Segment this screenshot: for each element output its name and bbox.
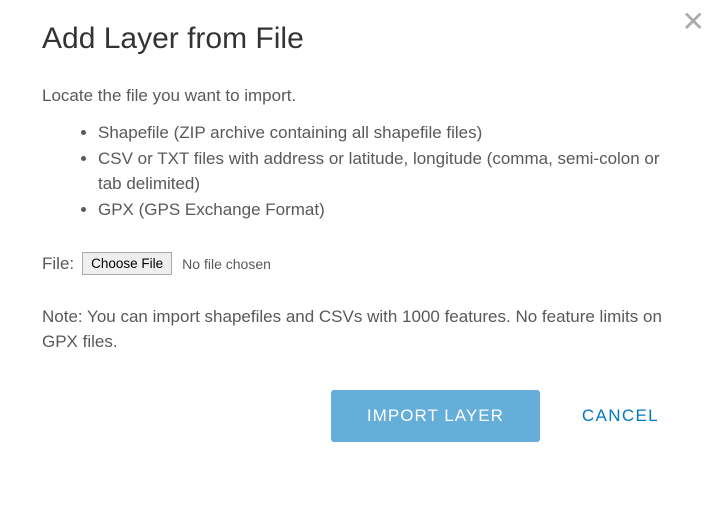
lead-text: Locate the file you want to import. [42, 86, 679, 106]
import-layer-button[interactable]: IMPORT LAYER [331, 390, 540, 442]
add-layer-dialog: Add Layer from File Locate the file you … [0, 0, 721, 474]
cancel-button[interactable]: CANCEL [582, 406, 659, 426]
dialog-title: Add Layer from File [42, 22, 679, 56]
file-input-row: File: Choose File No file chosen [42, 252, 679, 275]
dialog-actions: IMPORT LAYER CANCEL [42, 390, 679, 442]
note-text: Note: You can import shapefiles and CSVs… [42, 305, 679, 354]
file-status-text: No file chosen [182, 256, 271, 272]
list-item: GPX (GPS Exchange Format) [98, 197, 679, 223]
format-list: Shapefile (ZIP archive containing all sh… [42, 120, 679, 222]
choose-file-button[interactable]: Choose File [82, 252, 172, 275]
list-item: CSV or TXT files with address or latitud… [98, 146, 679, 197]
close-icon[interactable]: ✕ [682, 8, 705, 36]
file-label: File: [42, 254, 74, 274]
list-item: Shapefile (ZIP archive containing all sh… [98, 120, 679, 146]
